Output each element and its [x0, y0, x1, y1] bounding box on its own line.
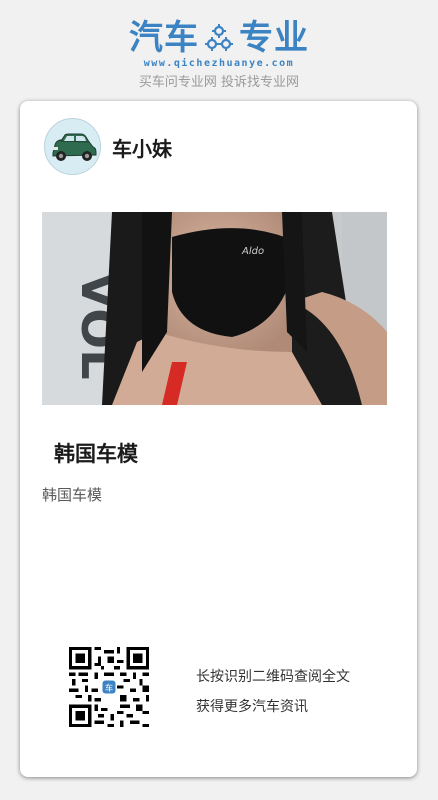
author-name[interactable]: 车小妹: [112, 133, 172, 162]
gear-icon: [205, 24, 233, 51]
logo-text-left: 汽车: [129, 18, 199, 58]
site-tagline: 买车问专业网 投诉找专业网: [138, 75, 300, 90]
avatar[interactable]: [44, 118, 101, 175]
site-logo[interactable]: 汽车 专业: [0, 18, 438, 58]
qr-code-image: 车: [69, 647, 149, 727]
article-description: 韩国车模: [42, 486, 103, 504]
svg-text:Aldo: Aldo: [241, 246, 264, 257]
car-icon: [52, 133, 97, 161]
article-card: 车小妹 VOL Aldo 韩国车模 韩国车模 车 长按识别二维码查阅全文 获得更…: [20, 101, 417, 777]
qr-caption-line1: 长按识别二维码查阅全文: [196, 669, 350, 685]
site-header: 汽车 专业 www.qichezhuanye.com 买车问专业网 投诉找专业网: [0, 0, 438, 100]
qr-caption-line2: 获得更多汽车资讯: [196, 699, 308, 715]
qr-code[interactable]: 车: [69, 647, 149, 727]
qr-caption: 长按识别二维码查阅全文 获得更多汽车资讯: [196, 662, 350, 722]
site-url: www.qichezhuanye.com: [143, 58, 295, 69]
svg-text:车: 车: [105, 683, 113, 693]
article-title: 韩国车模: [54, 442, 138, 466]
article-photo[interactable]: VOL Aldo: [42, 212, 387, 405]
logo-text-right: 专业: [239, 18, 309, 58]
photo-image: VOL Aldo: [42, 212, 387, 405]
